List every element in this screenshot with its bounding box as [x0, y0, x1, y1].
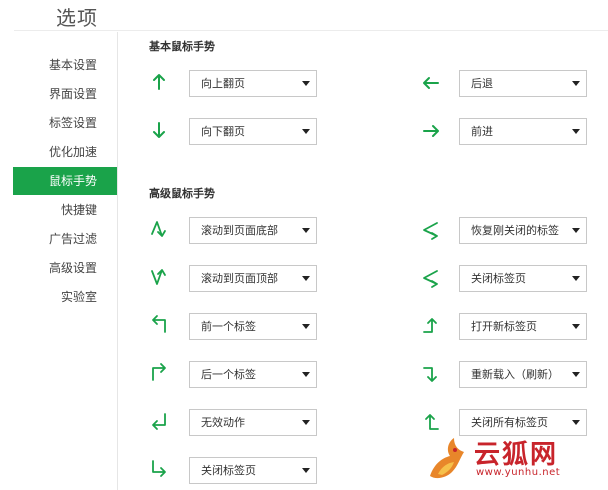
gesture-select-value: 向上翻页	[201, 77, 245, 90]
arrow-down-icon	[148, 119, 170, 141]
sidebar-item-tabs[interactable]: 标签设置	[13, 109, 117, 137]
gesture-select-value: 滚动到页面底部	[201, 224, 278, 237]
page-title: 选项	[56, 6, 98, 30]
gesture-select-right-left[interactable]: 关闭标签页	[459, 265, 587, 292]
chevron-down-icon	[572, 228, 580, 233]
gesture-select-up-left[interactable]: 前一个标签	[189, 313, 317, 340]
chevron-down-icon	[572, 324, 580, 329]
fox-logo-icon	[424, 436, 470, 482]
chevron-down-icon	[572, 420, 580, 425]
gesture-select-left[interactable]: 后退	[459, 70, 587, 97]
gesture-select-value: 后退	[471, 77, 493, 90]
gesture-right-down-icon	[420, 363, 442, 385]
sidebar-item-adblock[interactable]: 广告过滤	[13, 225, 117, 253]
gesture-down-right-icon	[148, 458, 170, 480]
advanced-gestures-title: 高级鼠标手势	[149, 187, 215, 200]
sidebar-item-shortcuts[interactable]: 快捷键	[13, 196, 117, 224]
gesture-left-right-icon	[420, 219, 442, 241]
gesture-select-value: 关闭所有标签页	[471, 416, 548, 429]
gesture-select-up[interactable]: 向上翻页	[189, 70, 317, 97]
gesture-select-up-down[interactable]: 滚动到页面底部	[189, 217, 317, 244]
sidebar-item-mouse-gestures[interactable]: 鼠标手势	[13, 167, 117, 195]
chevron-down-icon	[302, 468, 310, 473]
chevron-down-icon	[572, 372, 580, 377]
gesture-select-value: 前一个标签	[201, 320, 256, 333]
sidebar-item-optimize[interactable]: 优化加速	[13, 138, 117, 166]
gesture-select-down[interactable]: 向下翻页	[189, 118, 317, 145]
chevron-down-icon	[302, 276, 310, 281]
chevron-down-icon	[572, 129, 580, 134]
sidebar: 基本设置 界面设置 标签设置 优化加速 鼠标手势 快捷键 广告过滤 高级设置 实…	[13, 32, 118, 490]
gesture-select-value: 重新载入（刷新）	[471, 368, 559, 381]
gesture-right-up-icon	[420, 315, 442, 337]
gesture-select-value: 后一个标签	[201, 368, 256, 381]
sidebar-item-lab[interactable]: 实验室	[13, 283, 117, 311]
chevron-down-icon	[302, 81, 310, 86]
gesture-select-left-right[interactable]: 恢复刚关闭的标签	[459, 217, 587, 244]
gesture-down-up-icon	[148, 266, 170, 288]
gesture-up-down-icon	[148, 218, 170, 240]
gesture-select-right-down[interactable]: 重新载入（刷新）	[459, 361, 587, 388]
gesture-select-down-up[interactable]: 滚动到页面顶部	[189, 265, 317, 292]
sidebar-item-basic[interactable]: 基本设置	[13, 51, 117, 79]
gesture-select-value: 打开新标签页	[471, 320, 537, 333]
gesture-select-left-up[interactable]: 关闭所有标签页	[459, 409, 587, 436]
gesture-up-left-icon	[148, 314, 170, 336]
header-divider	[14, 30, 608, 31]
gesture-select-value: 关闭标签页	[471, 272, 526, 285]
gesture-select-down-left[interactable]: 无效动作	[189, 409, 317, 436]
gesture-up-right-icon	[148, 362, 170, 384]
chevron-down-icon	[302, 420, 310, 425]
gesture-right-left-icon	[420, 267, 442, 289]
gesture-select-value: 滚动到页面顶部	[201, 272, 278, 285]
chevron-down-icon	[302, 129, 310, 134]
sidebar-item-advanced[interactable]: 高级设置	[13, 254, 117, 282]
gesture-select-up-right[interactable]: 后一个标签	[189, 361, 317, 388]
gesture-down-left-icon	[148, 410, 170, 432]
chevron-down-icon	[302, 372, 310, 377]
gesture-select-value: 向下翻页	[201, 125, 245, 138]
gesture-select-right[interactable]: 前进	[459, 118, 587, 145]
sidebar-item-interface[interactable]: 界面设置	[13, 80, 117, 108]
basic-gestures-title: 基本鼠标手势	[149, 40, 215, 53]
chevron-down-icon	[302, 324, 310, 329]
chevron-down-icon	[572, 81, 580, 86]
arrow-left-icon	[420, 72, 442, 94]
arrow-up-icon	[148, 71, 170, 93]
gesture-select-value: 前进	[471, 125, 493, 138]
gesture-select-down-right[interactable]: 关闭标签页	[189, 457, 317, 484]
arrow-right-icon	[420, 120, 442, 142]
gesture-left-up-icon	[420, 411, 442, 433]
gesture-select-value: 关闭标签页	[201, 464, 256, 477]
watermark-brand: 云狐网	[474, 440, 559, 470]
watermark-site: www.yunhu.net	[476, 467, 561, 478]
gesture-select-value: 恢复刚关闭的标签	[471, 224, 559, 237]
chevron-down-icon	[302, 228, 310, 233]
chevron-down-icon	[572, 276, 580, 281]
gesture-select-value: 无效动作	[201, 416, 245, 429]
gesture-select-right-up[interactable]: 打开新标签页	[459, 313, 587, 340]
watermark: 云狐网 www.yunhu.net	[416, 434, 604, 484]
